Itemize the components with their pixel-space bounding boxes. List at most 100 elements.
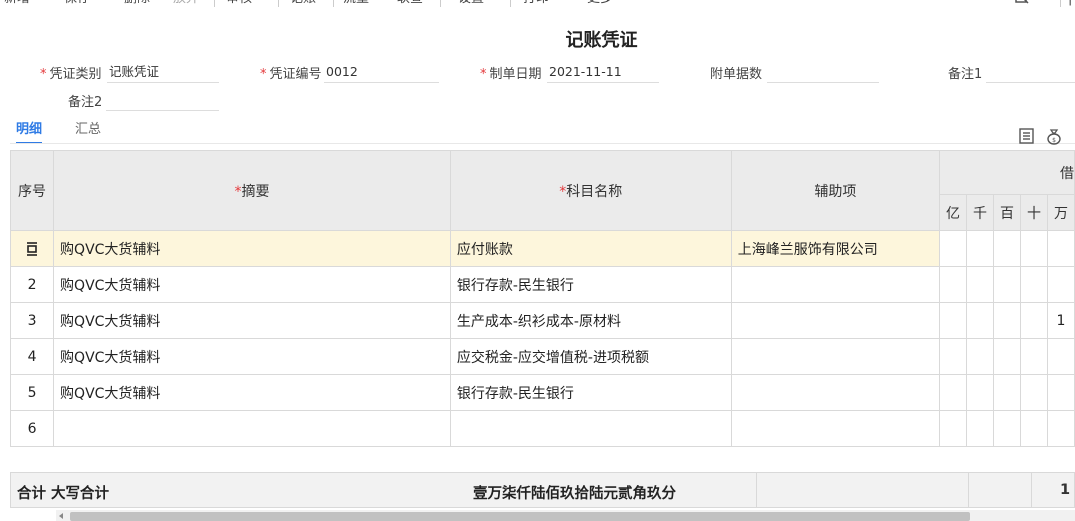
required-mark: *: [40, 67, 47, 82]
summary-cell[interactable]: 购QVC大货辅料: [53, 374, 451, 411]
table-row[interactable]: 6: [9, 410, 1075, 447]
summary-cell[interactable]: [53, 410, 451, 447]
debit-digit-cell[interactable]: [1046, 230, 1075, 267]
summary-cell[interactable]: 购QVC大货辅料: [53, 230, 451, 267]
required-mark: *: [480, 67, 487, 82]
table-row[interactable]: 3 购QVC大货辅料 生产成本-织衫成本-原材料 1: [9, 302, 1075, 339]
debit-digit-cell[interactable]: [992, 266, 1021, 303]
table-row[interactable]: 5 购QVC大货辅料 银行存款-民生银行: [9, 374, 1075, 411]
row-insert-icon[interactable]: [24, 241, 40, 257]
col-header-seq: 序号: [9, 150, 55, 231]
debit-digit-cell[interactable]: [1046, 410, 1075, 447]
debit-digit-cell[interactable]: [992, 230, 1021, 267]
debit-digit-cell[interactable]: [938, 266, 967, 303]
toolbar-cashflow-button[interactable]: 流量: [343, 0, 369, 7]
scrollbar-thumb[interactable]: [70, 512, 970, 521]
account-cell[interactable]: 应交税金-应交增值税-进项税额: [449, 338, 732, 375]
debit-digit-cell[interactable]: [1019, 338, 1048, 375]
toolbar-settings-button[interactable]: 设置: [458, 0, 484, 7]
debit-digit-cell[interactable]: [1046, 338, 1075, 375]
toolbar-save-button[interactable]: 保存: [64, 0, 90, 7]
summary-cell[interactable]: 购QVC大货辅料: [53, 338, 451, 375]
debit-digit-cell[interactable]: [938, 410, 967, 447]
debit-digit-cell[interactable]: [1046, 266, 1075, 303]
toolbar-delete-button[interactable]: 删除: [124, 0, 150, 7]
digit-header-bai: 百: [992, 194, 1021, 231]
voucher-type-field[interactable]: * 凭证类别 记账凭证: [40, 63, 220, 85]
horizontal-scrollbar[interactable]: [56, 510, 1075, 521]
debit-digit-cell[interactable]: [1046, 374, 1075, 411]
remark1-field[interactable]: 备注1: [948, 63, 1075, 85]
toolbar-query-button[interactable]: 联查: [397, 0, 423, 7]
debit-digit-cell[interactable]: [965, 374, 994, 411]
toolbar-more-button[interactable]: 更多: [587, 0, 613, 7]
voucher-no-value[interactable]: 0012: [324, 63, 439, 83]
remark2-field[interactable]: 备注2: [68, 91, 220, 113]
document-icon[interactable]: [1014, 0, 1030, 5]
debit-digit-cell[interactable]: 1: [1046, 302, 1075, 339]
debit-digit-cell[interactable]: [938, 338, 967, 375]
column-settings-icon[interactable]: [1018, 127, 1036, 145]
debit-digit-cell[interactable]: [1019, 266, 1048, 303]
toolbar-post-button[interactable]: 记账: [290, 0, 316, 7]
debit-digit-cell[interactable]: [1019, 230, 1048, 267]
debit-digit-cell[interactable]: [938, 302, 967, 339]
toolbar-new-button[interactable]: 新增: [4, 0, 30, 7]
tab-detail[interactable]: 明细: [16, 118, 43, 144]
aux-cell[interactable]: [730, 266, 940, 303]
top-toolbar: 新增 保存 删除 放弃 审核 记账 流量 联查 设置 打印 更多 |: [0, 0, 1075, 9]
toolbar-discard-button[interactable]: 放弃: [173, 0, 199, 7]
voucher-no-field[interactable]: * 凭证编号 0012: [260, 63, 440, 85]
debit-digit-cell[interactable]: [992, 410, 1021, 447]
account-cell[interactable]: 应付账款: [449, 230, 732, 267]
tab-summary[interactable]: 汇总: [75, 118, 101, 142]
debit-digit-cell[interactable]: [965, 302, 994, 339]
scroll-left-icon[interactable]: [59, 513, 63, 519]
debit-digit-cell[interactable]: [1019, 374, 1048, 411]
debit-digit-cell[interactable]: [965, 338, 994, 375]
account-cell[interactable]: 银行存款-民生银行: [449, 374, 732, 411]
money-bag-icon[interactable]: $: [1045, 127, 1063, 145]
totals-divider: [1031, 473, 1032, 507]
aux-cell[interactable]: [730, 410, 940, 447]
chevron-down-icon[interactable]: [1040, 0, 1056, 5]
toolbar-divider: [510, 0, 511, 7]
aux-cell[interactable]: 上海峰兰服饰有限公司: [730, 230, 940, 267]
account-cell[interactable]: [449, 410, 732, 447]
account-cell[interactable]: 生产成本-织衫成本-原材料: [449, 302, 732, 339]
remark2-value[interactable]: [106, 91, 219, 111]
aux-cell[interactable]: [730, 374, 940, 411]
account-cell[interactable]: 银行存款-民生银行: [449, 266, 732, 303]
table-row[interactable]: 购QVC大货辅料 应付账款 上海峰兰服饰有限公司: [9, 230, 1075, 267]
debit-digit-cell[interactable]: [1019, 410, 1048, 447]
debit-digit-cell[interactable]: [992, 302, 1021, 339]
debit-digit-cell[interactable]: [1019, 302, 1048, 339]
attachments-field[interactable]: 附单据数: [710, 63, 880, 85]
toolbar-truncated-item[interactable]: |: [1068, 0, 1072, 7]
toolbar-divider: [440, 0, 441, 7]
debit-digit-cell[interactable]: [938, 374, 967, 411]
row-insert-cell[interactable]: [9, 230, 55, 267]
date-value[interactable]: 2021-11-11: [547, 63, 659, 83]
debit-digit-cell[interactable]: [992, 338, 1021, 375]
totals-label: 合计 大写合计: [17, 486, 110, 502]
debit-digit-cell[interactable]: [965, 230, 994, 267]
debit-digit-cell[interactable]: [965, 266, 994, 303]
svg-text:$: $: [1052, 137, 1056, 144]
summary-cell[interactable]: 购QVC大货辅料: [53, 302, 451, 339]
col-header-aux: 辅助项: [730, 150, 940, 231]
toolbar-print-button[interactable]: 打印: [523, 0, 549, 7]
table-row[interactable]: 2 购QVC大货辅料 银行存款-民生银行: [9, 266, 1075, 303]
debit-digit-cell[interactable]: [992, 374, 1021, 411]
aux-cell[interactable]: [730, 302, 940, 339]
debit-digit-cell[interactable]: [938, 230, 967, 267]
voucher-type-value[interactable]: 记账凭证: [107, 63, 219, 83]
aux-cell[interactable]: [730, 338, 940, 375]
remark1-value[interactable]: [986, 63, 1075, 83]
debit-digit-cell[interactable]: [965, 410, 994, 447]
toolbar-audit-button[interactable]: 审核: [226, 0, 252, 7]
date-field[interactable]: * 制单日期 2021-11-11: [480, 63, 660, 85]
attachments-value[interactable]: [767, 63, 879, 83]
summary-cell[interactable]: 购QVC大货辅料: [53, 266, 451, 303]
table-row[interactable]: 4 购QVC大货辅料 应交税金-应交增值税-进项税额: [9, 338, 1075, 375]
